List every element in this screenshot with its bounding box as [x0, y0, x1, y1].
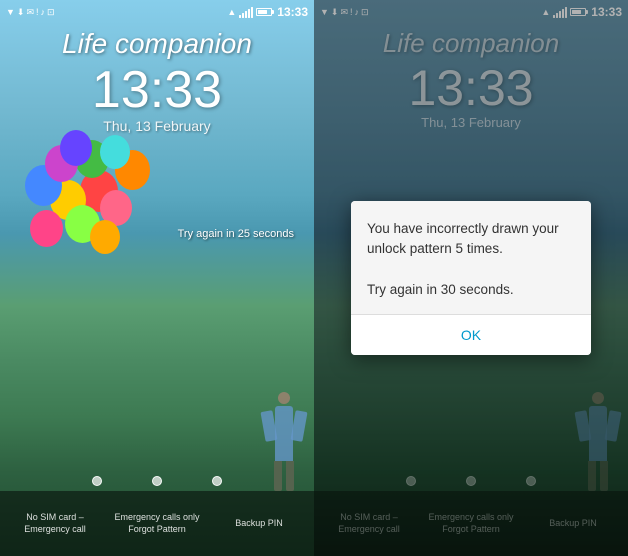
left-phone-screen: ▼ ⬇ ✉ ! ♪ ⊡ ▲ 13:33: [0, 0, 314, 556]
lock-content-left: Life companion 13:33 Thu, 13 February: [0, 28, 314, 134]
dialog-overlay: You have incorrectly drawn your unlock p…: [314, 0, 628, 556]
notification-icon: ▼: [6, 7, 15, 17]
error-dialog: You have incorrectly drawn your unlock p…: [351, 201, 591, 355]
status-time-left: 13:33: [277, 5, 308, 19]
date-left: Thu, 13 February: [0, 118, 314, 134]
gmail-icon: ✉: [26, 7, 34, 18]
dot-2: [152, 476, 162, 486]
battery-icon: [256, 7, 274, 17]
music-icon: ♪: [41, 7, 46, 17]
wifi-icon: ▲: [227, 7, 236, 17]
no-sim-emergency-left[interactable]: No SIM card –Emergency call: [4, 512, 106, 535]
status-icons-left: ▼ ⬇ ✉ ! ♪ ⊡: [6, 7, 55, 18]
signal-bars: [239, 7, 253, 18]
balloons-image: [20, 130, 180, 330]
backup-pin-left[interactable]: Backup PIN: [208, 518, 310, 530]
tagline-left: Life companion: [0, 28, 314, 60]
clock-left: 13:33: [0, 64, 314, 116]
try-again-message: Try again in 25 seconds: [178, 228, 294, 240]
dialog-message: You have incorrectly drawn your unlock p…: [351, 201, 591, 314]
ok-button[interactable]: OK: [351, 315, 591, 355]
status-bar-left: ▼ ⬇ ✉ ! ♪ ⊡ ▲ 13:33: [0, 0, 314, 24]
dot-3: [212, 476, 222, 486]
dot-1: [92, 476, 102, 486]
status-icons-right: ▲ 13:33: [227, 5, 308, 19]
download-icon: ⬇: [17, 7, 25, 18]
pattern-dots: [0, 476, 314, 486]
forgot-pattern-left[interactable]: Emergency calls onlyForgot Pattern: [106, 512, 208, 535]
screenshot-icon: ⊡: [47, 7, 55, 18]
alert-icon: !: [36, 7, 39, 17]
right-phone-screen: ▼ ⬇ ✉ ! ♪ ⊡ ▲ 13:33: [314, 0, 628, 556]
bottom-bar-left: No SIM card –Emergency call Emergency ca…: [0, 491, 314, 556]
